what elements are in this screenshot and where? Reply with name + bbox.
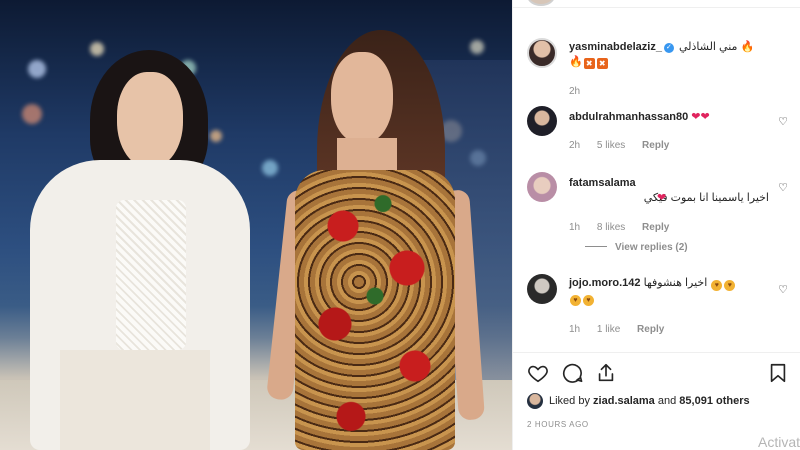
heart-eyes-emoji-icon: ♥ (583, 295, 594, 306)
red-heart-emoji-icon: ❤ (700, 111, 710, 123)
comment-text: اخيرا هنشوفها (643, 277, 708, 289)
likes-prefix: Liked by (549, 395, 590, 407)
heart-eyes-emoji-icon: ♥ (724, 280, 736, 291)
caption-meta: 2h (569, 86, 594, 97)
comment: abdulrahmanhassan80 ❤❤ 2h 5 likes Reply … (527, 106, 789, 156)
comment-username[interactable]: jojo.moro.142 (569, 277, 641, 289)
heart-eyes-emoji-icon: ♥ (570, 295, 581, 306)
verified-badge-icon: ✓ (663, 43, 674, 53)
caption-time[interactable]: 2h (569, 86, 580, 97)
comment-likes[interactable]: 1 like (597, 324, 620, 335)
like-comment-heart-icon[interactable]: ♡ (777, 182, 789, 194)
comment-likes[interactable]: 8 likes (597, 222, 625, 233)
lace-blouse (116, 200, 186, 350)
reply-button[interactable]: Reply (637, 324, 664, 335)
fire-emoji-icon: 🔥 (740, 41, 755, 53)
comments-panel: yasminabdelaziz_ ✓ مني الشاذلي 🔥 🔥 ✖ ✖ 2h a… (512, 0, 800, 450)
post-timestamp[interactable]: 2 HOURS AGO (527, 420, 589, 429)
divider (513, 352, 800, 353)
cross-mark-emoji-icon: ✖ (583, 58, 595, 69)
comment-text: اخيرا ياسمينا انا بموت فيكي (643, 192, 769, 204)
avatar[interactable] (527, 172, 557, 202)
comment-meta: 2h 5 likes Reply (569, 140, 683, 151)
red-heart-emoji-icon: ❤ (691, 111, 701, 123)
cross-mark-emoji-icon: ✖ (596, 58, 608, 69)
reply-button[interactable]: Reply (642, 222, 669, 233)
heart-icon[interactable] (527, 362, 549, 384)
comment-meta: 1h 8 likes Reply (569, 222, 683, 233)
view-replies-link[interactable]: View replies (2) (585, 242, 688, 253)
comment: fatamsalama اخيرا ياسمينا انا بموت فيكي … (527, 172, 789, 253)
likes-connector: and (657, 395, 677, 407)
rose-leopard-dress (295, 170, 455, 450)
comment-body: fatamsalama اخيرا ياسمينا انا بموت فيكي … (569, 176, 769, 206)
comment-icon[interactable] (561, 362, 583, 384)
likes-count[interactable]: 85,091 others (679, 395, 749, 407)
like-comment-heart-icon[interactable]: ♡ (777, 116, 789, 128)
caption-body: yasminabdelaziz_ ✓ مني الشاذلي 🔥 🔥 ✖ ✖ (569, 40, 769, 70)
heart-eyes-emoji-icon: ♥ (711, 280, 723, 291)
activation-watermark: Activat (758, 434, 800, 450)
reply-button[interactable]: Reply (642, 140, 669, 151)
share-icon[interactable] (595, 362, 617, 384)
red-heart-emoji-icon: ❤ (657, 192, 667, 204)
avatar[interactable] (527, 106, 557, 136)
comment-username[interactable]: fatamsalama (569, 177, 636, 189)
comment-time[interactable]: 2h (569, 140, 580, 151)
comment-time[interactable]: 1h (569, 324, 580, 335)
person-white-suit (20, 50, 260, 450)
comment-body: jojo.moro.142 اخيرا هنشوفها ♥ ♥ ♥ ♥ (569, 276, 769, 306)
avatar[interactable] (527, 0, 555, 6)
comment-likes[interactable]: 5 likes (597, 140, 625, 151)
likes-user[interactable]: ziad.salama (593, 395, 655, 407)
face (117, 72, 183, 168)
avatar[interactable] (527, 274, 557, 304)
comment-username[interactable]: abdulrahmanhassan80 (569, 111, 688, 123)
likes-summary: Liked by ziad.salama and 85,091 others (527, 393, 791, 411)
fire-emoji-icon: 🔥 (569, 56, 583, 68)
post-caption: yasminabdelaziz_ ✓ مني الشاذلي 🔥 🔥 ✖ ✖ 2h (527, 38, 787, 97)
like-comment-heart-icon[interactable]: ♡ (777, 284, 789, 296)
avatar[interactable] (527, 38, 557, 68)
comment: jojo.moro.142 اخيرا هنشوفها ♥ ♥ ♥ ♥ 1h 1 l… (527, 274, 789, 340)
caption-text: مني الشاذلي (679, 41, 738, 53)
action-bar (527, 362, 791, 386)
white-pants (60, 350, 210, 450)
comment-body: abdulrahmanhassan80 ❤❤ (569, 110, 769, 125)
post-photo (0, 0, 512, 450)
comment-time[interactable]: 1h (569, 222, 580, 233)
bookmark-icon[interactable] (767, 362, 789, 384)
post-header (513, 0, 800, 8)
face (331, 52, 393, 144)
avatar[interactable] (527, 393, 543, 409)
likes-text: Liked by ziad.salama and 85,091 others (549, 395, 750, 407)
caption-username[interactable]: yasminabdelaziz_ (569, 41, 662, 53)
person-rose-dress (255, 30, 485, 450)
comment-meta: 1h 1 like Reply (569, 324, 678, 335)
